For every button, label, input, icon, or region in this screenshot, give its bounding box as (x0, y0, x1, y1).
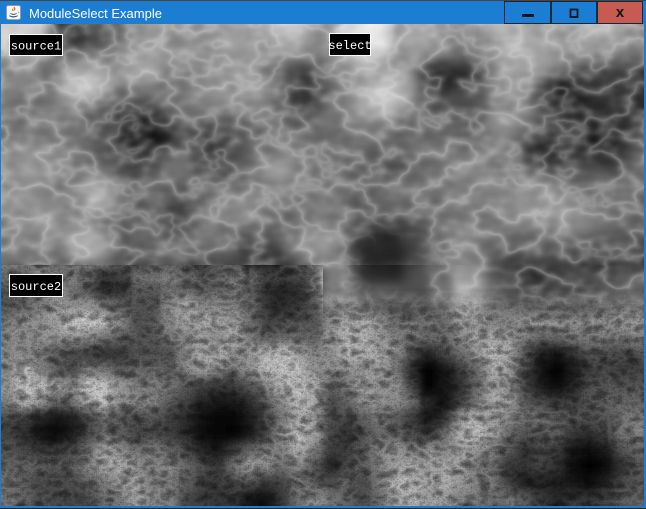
svg-text:source1: source1 (11, 40, 61, 54)
svg-text:select: select (329, 39, 371, 53)
svg-text:source2: source2 (11, 280, 61, 294)
